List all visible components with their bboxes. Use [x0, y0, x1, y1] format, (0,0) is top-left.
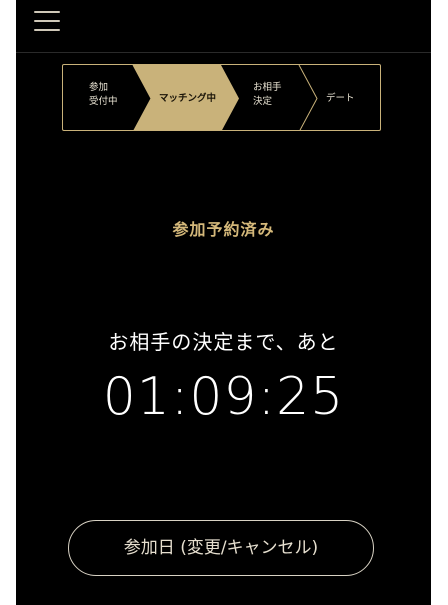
step-label-date: デート: [326, 93, 355, 104]
change-cancel-date-button[interactable]: 参加日 (変更/キャンセル): [68, 520, 374, 576]
app-screen: 参加 受付中 マッチング中 お相手 決定 デート 参加予約済み お相手の決定まで…: [16, 0, 431, 605]
top-bar: [16, 0, 431, 53]
menu-bar-line: [34, 29, 60, 31]
step-label-accepting: 参加 受付中: [89, 82, 118, 107]
reservation-status: 参加予約済み: [172, 220, 275, 239]
progress-stepper: 参加 受付中 マッチング中 お相手 決定 デート: [62, 64, 381, 131]
countdown-timer: 01:09:25: [102, 367, 345, 427]
hamburger-menu-icon[interactable]: [34, 8, 62, 34]
menu-bar-line: [34, 11, 60, 13]
step-label-partner-decided: お相手 決定: [253, 82, 282, 107]
menu-bar-line: [34, 20, 60, 22]
step-label-matching: マッチング中: [159, 93, 217, 104]
step-divider: [298, 65, 318, 130]
countdown-label: お相手の決定まで、あと: [108, 330, 339, 354]
